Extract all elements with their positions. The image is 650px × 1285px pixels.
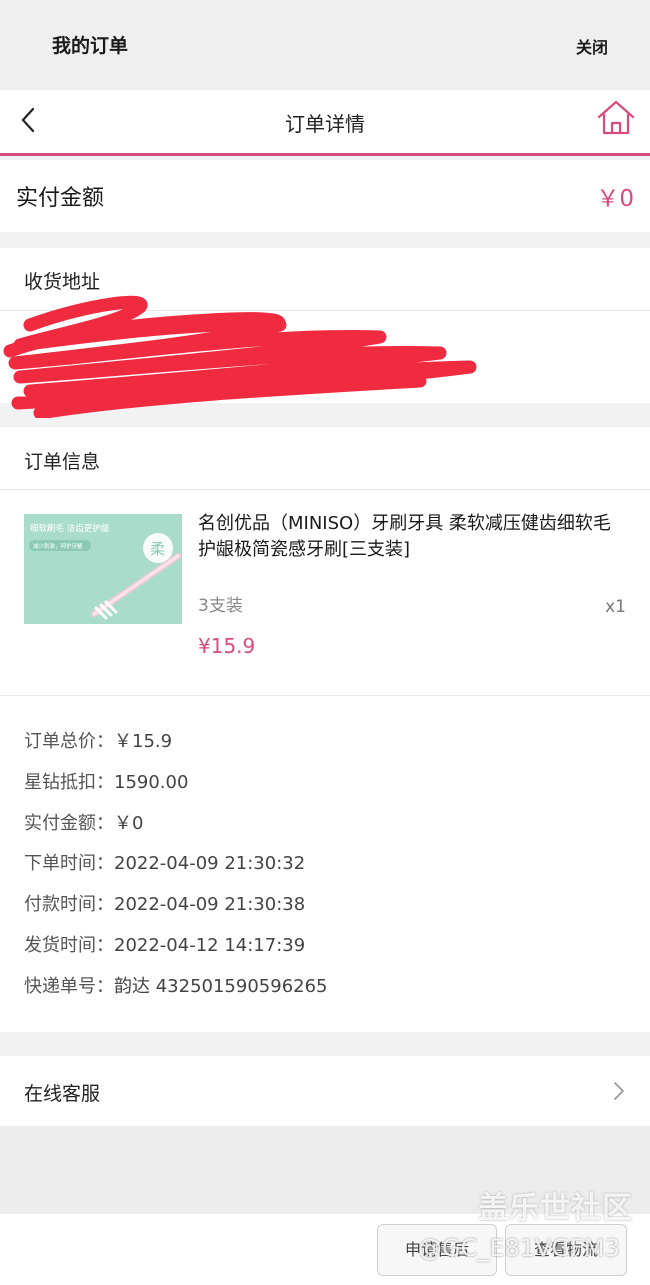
divider — [0, 489, 650, 490]
detail-value: 1590.00 — [114, 771, 189, 793]
watermark-user-id: @GC_E81VGFM3 — [418, 1234, 620, 1262]
detail-label: 快递单号： — [24, 975, 114, 997]
detail-row-total: 订单总价：￥15.9 — [24, 727, 624, 768]
mini-program-title: 我的订单 — [52, 35, 129, 57]
nav-bar: 订单详情 — [0, 90, 650, 156]
online-service-label: 在线客服 — [24, 1083, 101, 1105]
product-image-subline: 减少刺激，呵护牙龈 — [33, 542, 83, 550]
detail-row-shipping-time: 发货时间：2022-04-12 14:17:39 — [24, 931, 624, 972]
detail-value: ￥15.9 — [114, 731, 173, 752]
online-service-row[interactable]: 在线客服 — [0, 1056, 650, 1126]
detail-row-tracking-number: 快递单号：韵达 432501590596265 — [24, 972, 624, 1013]
detail-label: 订单总价： — [24, 731, 114, 752]
product-quantity: x1 — [605, 597, 626, 617]
redaction-scribble — [3, 295, 477, 418]
watermark-brand: 盖乐世社区 — [478, 1191, 633, 1226]
detail-row-payment-time: 付款时间：2022-04-09 21:30:38 — [24, 890, 624, 931]
product-image[interactable]: 细软刷毛 洁齿更护龈 减少刺激，呵护牙龈 柔 — [24, 514, 182, 624]
product-image-headline: 细软刷毛 洁齿更护龈 — [30, 523, 110, 534]
detail-value: 2022-04-09 21:30:32 — [114, 853, 306, 875]
product-price: ¥15.9 — [198, 634, 256, 658]
detail-label: 发货时间： — [24, 934, 114, 956]
address-section: 收货地址 — [0, 248, 650, 418]
address-title: 收货地址 — [24, 271, 101, 293]
detail-label: 付款时间： — [24, 894, 114, 916]
order-info-section: 订单信息 细软刷毛 洁齿更护龈 减少刺激，呵护牙龈 柔 名创优品（MINISO）… — [0, 427, 650, 1032]
detail-value: 2022-04-09 21:30:38 — [114, 894, 306, 916]
close-button[interactable]: 关闭 — [576, 34, 608, 58]
product-image-badge: 柔 — [150, 540, 165, 558]
product-name[interactable]: 名创优品（MINISO）牙刷牙具 柔软减压健齿细软毛 护龈极简瓷感牙刷[三支装] — [198, 511, 628, 563]
home-button[interactable] — [596, 98, 636, 138]
detail-row-order-time: 下单时间：2022-04-09 21:30:32 — [24, 849, 624, 890]
order-details-list: 订单总价：￥15.9 星钻抵扣：1590.00 实付金额：￥0 下单时间：202… — [24, 727, 624, 1013]
mini-program-header: 我的订单 关闭 — [0, 0, 650, 90]
chevron-right-icon — [614, 1082, 624, 1100]
detail-value: 2022-04-12 14:17:39 — [114, 934, 306, 956]
detail-label: 实付金额： — [24, 812, 114, 834]
detail-label: 星钻抵扣： — [24, 771, 114, 793]
divider — [0, 695, 650, 696]
detail-label: 下单时间： — [24, 853, 114, 875]
page-title: 订单详情 — [285, 112, 365, 136]
order-info-title: 订单信息 — [24, 451, 101, 473]
detail-value: ￥0 — [114, 812, 144, 834]
payment-value: ￥0 — [596, 186, 634, 212]
home-icon — [597, 100, 635, 135]
detail-row-paid-amount: 实付金额：￥0 — [24, 809, 624, 850]
product-spec: 3支装 — [198, 596, 243, 616]
detail-row-diamond-deduction: 星钻抵扣：1590.00 — [24, 768, 624, 809]
payment-label: 实付金额 — [16, 186, 105, 211]
payment-summary-row: 实付金额 ￥0 — [0, 160, 650, 232]
detail-value[interactable]: 韵达 432501590596265 — [114, 976, 328, 997]
toothbrush-illustration: 细软刷毛 洁齿更护龈 减少刺激，呵护牙龈 柔 — [24, 514, 182, 624]
